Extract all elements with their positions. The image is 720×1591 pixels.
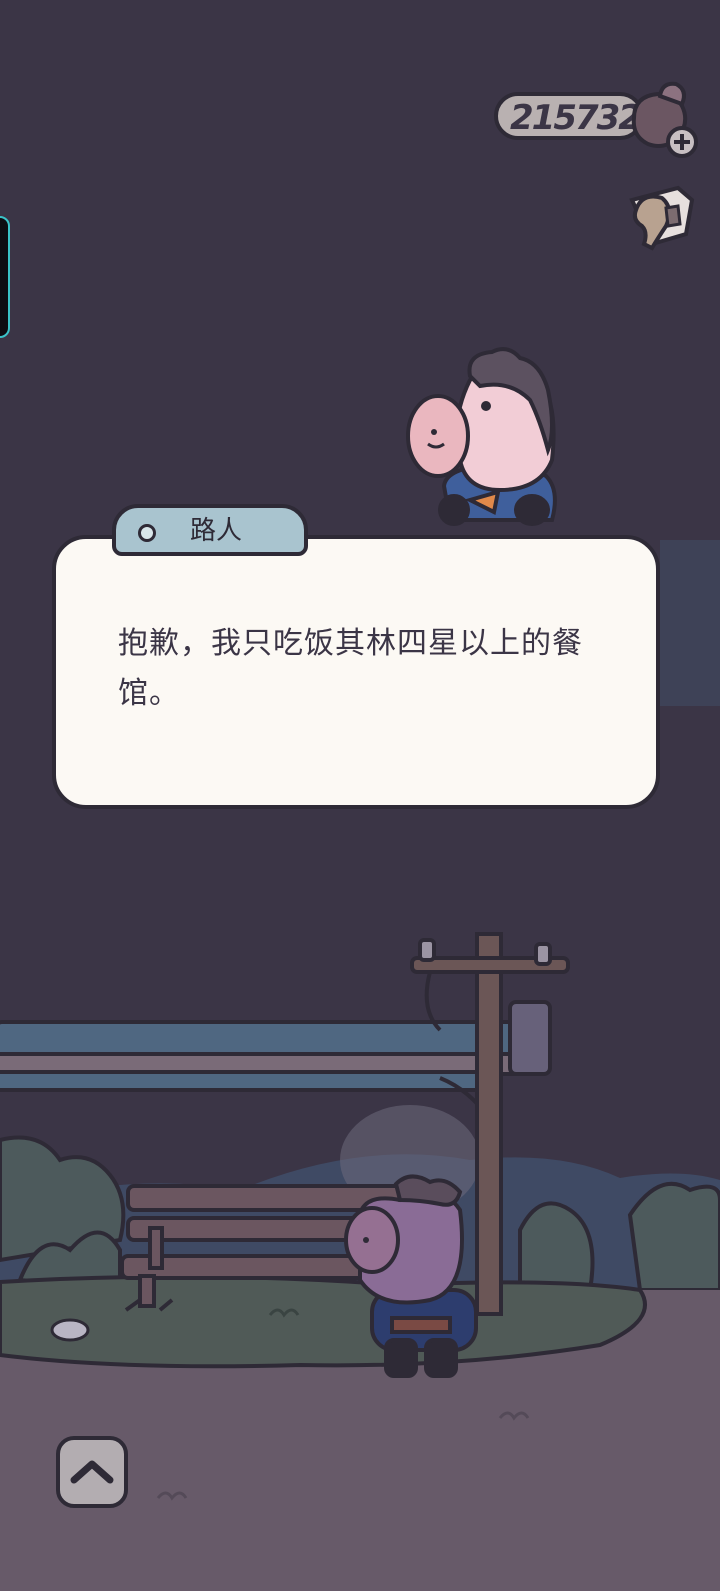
wall-edge [660, 540, 720, 706]
dialog-box[interactable]: 抱歉，我只吃饭其林四星以上的餐馆。 [52, 535, 660, 809]
speaker-dot-icon [138, 524, 156, 542]
dialog-text: 抱歉，我只吃饭其林四星以上的餐馆。 [118, 626, 583, 711]
coin-bag-plus-icon[interactable] [624, 78, 704, 162]
side-drawer-handle[interactable] [0, 216, 10, 338]
chevron-up-icon [70, 1460, 114, 1484]
coin-counter[interactable]: 215732 [494, 92, 644, 140]
hint-pointer-icon[interactable] [622, 182, 700, 258]
speaker-name: 路人 [190, 516, 243, 546]
expand-button[interactable] [56, 1436, 128, 1508]
grass-patch [0, 1274, 647, 1369]
coin-amount: 215732 [510, 98, 642, 138]
speaker-name-tab: 路人 [112, 504, 308, 556]
